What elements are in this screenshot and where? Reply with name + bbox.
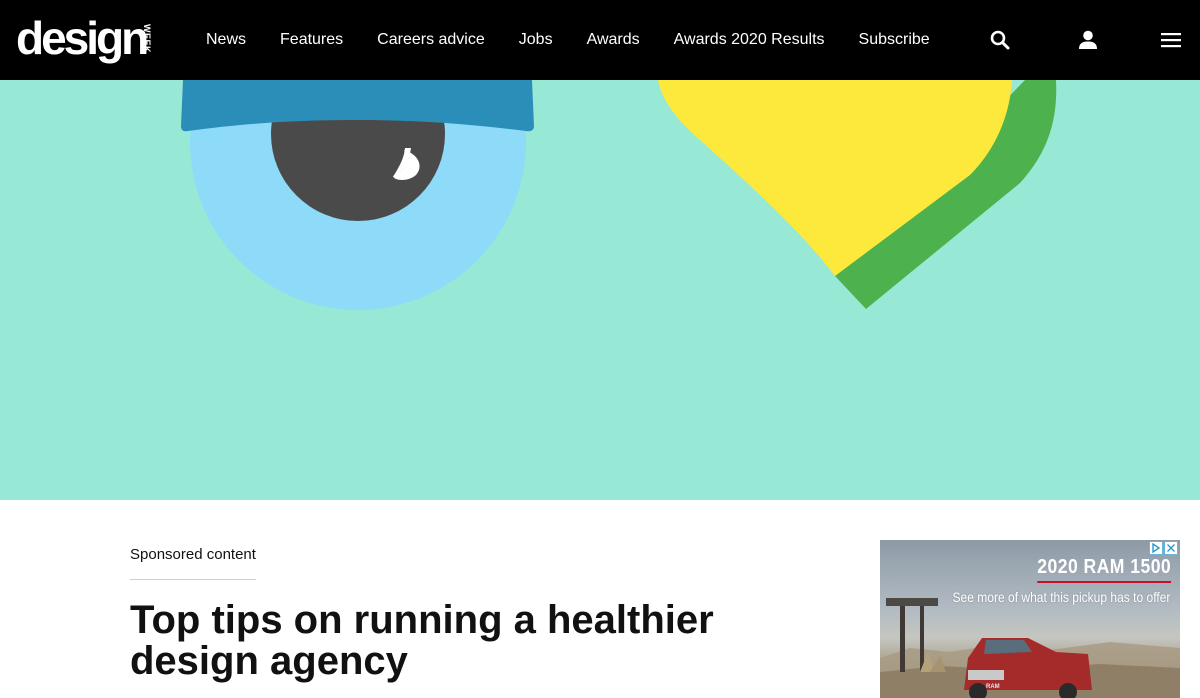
article-headline: Top tips on running a healthier design a… bbox=[130, 598, 714, 683]
sponsored-content-label[interactable]: Sponsored content bbox=[130, 546, 256, 580]
logo-wordmark: design bbox=[16, 12, 149, 64]
user-icon[interactable] bbox=[1076, 28, 1100, 52]
advertisement[interactable]: 2020 RAM 1500 See more of what this pick… bbox=[880, 540, 1180, 698]
eye-icon bbox=[181, 80, 534, 310]
nav-awards[interactable]: Awards bbox=[587, 31, 640, 49]
nav-awards-2020-results[interactable]: Awards 2020 Results bbox=[674, 31, 825, 49]
nav-features[interactable]: Features bbox=[280, 31, 343, 49]
hero-illustration bbox=[0, 80, 1200, 500]
nav-subscribe[interactable]: Subscribe bbox=[859, 31, 930, 49]
nav-jobs[interactable]: Jobs bbox=[519, 31, 553, 49]
nav-news[interactable]: News bbox=[206, 31, 246, 49]
site-logo[interactable]: design WEEK bbox=[16, 12, 166, 68]
search-icon[interactable] bbox=[988, 28, 1012, 52]
ad-badge-layer: RAM bbox=[986, 684, 1000, 690]
main-nav: News Features Careers advice Jobs Awards… bbox=[189, 0, 964, 80]
heart-icon bbox=[658, 80, 1057, 309]
logo-side-text: WEEK bbox=[142, 24, 152, 53]
ad-truck-badge: RAM bbox=[986, 684, 1000, 690]
site-header: design WEEK News Features Careers advice… bbox=[0, 0, 1200, 80]
menu-icon[interactable] bbox=[1159, 28, 1183, 52]
nav-careers-advice[interactable]: Careers advice bbox=[377, 31, 485, 49]
